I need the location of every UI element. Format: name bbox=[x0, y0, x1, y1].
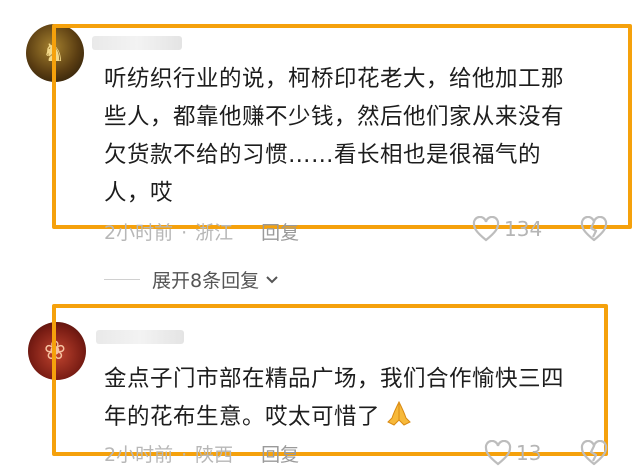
comment-text: 听纺织行业的说，柯桥印花老大，给他加工那 些人，都靠他赚不少钱，然后他们家从来没… bbox=[104, 60, 614, 212]
reply-button[interactable]: 回复 bbox=[261, 440, 299, 467]
comment-meta: 2小时前 · 陕西 回复 bbox=[104, 440, 299, 467]
comment-text-line: 年的花布生意。哎太可惜了 bbox=[104, 404, 381, 430]
reply-button[interactable]: 回复 bbox=[261, 218, 299, 245]
like-count: 13 bbox=[516, 441, 542, 465]
comment-text-line-wrap: 年的花布生意。哎太可惜了 bbox=[104, 398, 604, 436]
comment-text-line: 人，哎 bbox=[104, 180, 174, 206]
comment-time: 2小时前 bbox=[104, 444, 174, 466]
expand-replies-label: 展开8条回复 bbox=[152, 270, 260, 292]
chevron-down-icon bbox=[266, 275, 278, 283]
comment-location: 陕西 bbox=[195, 444, 234, 466]
comment-text-line: 听纺织行业的说，柯桥印花老大，给他加工那 bbox=[104, 66, 565, 92]
like-button[interactable]: 13 bbox=[484, 440, 541, 466]
meta-dot: · bbox=[181, 444, 188, 466]
broken-heart-icon bbox=[580, 439, 608, 466]
dislike-button[interactable] bbox=[580, 439, 608, 470]
divider-line bbox=[104, 279, 140, 280]
comment-text-line: 欠货款不给的习惯……看长相也是很福气的 bbox=[104, 142, 542, 168]
dislike-button[interactable] bbox=[580, 215, 608, 246]
broken-heart-icon bbox=[580, 215, 608, 242]
heart-outline-icon bbox=[484, 440, 512, 466]
like-count: 134 bbox=[504, 217, 543, 241]
praying-hands-icon bbox=[387, 400, 411, 426]
meta-dot: · bbox=[181, 222, 188, 244]
like-button[interactable]: 134 bbox=[472, 216, 542, 242]
heart-outline-icon bbox=[472, 216, 500, 242]
expand-replies-button[interactable]: 展开8条回复 bbox=[104, 266, 279, 293]
comment-location: 浙江 bbox=[195, 222, 234, 244]
comment-text: 金点子门市部在精品广场，我们合作愉快三四 年的花布生意。哎太可惜了 bbox=[104, 360, 604, 436]
comment-text-line: 金点子门市部在精品广场，我们合作愉快三四 bbox=[104, 366, 565, 392]
comment-text-line: 些人，都靠他赚不少钱，然后他们家从来没有 bbox=[104, 104, 565, 130]
comment-meta: 2小时前 · 浙江 回复 bbox=[104, 218, 299, 245]
comment-time: 2小时前 bbox=[104, 222, 174, 244]
